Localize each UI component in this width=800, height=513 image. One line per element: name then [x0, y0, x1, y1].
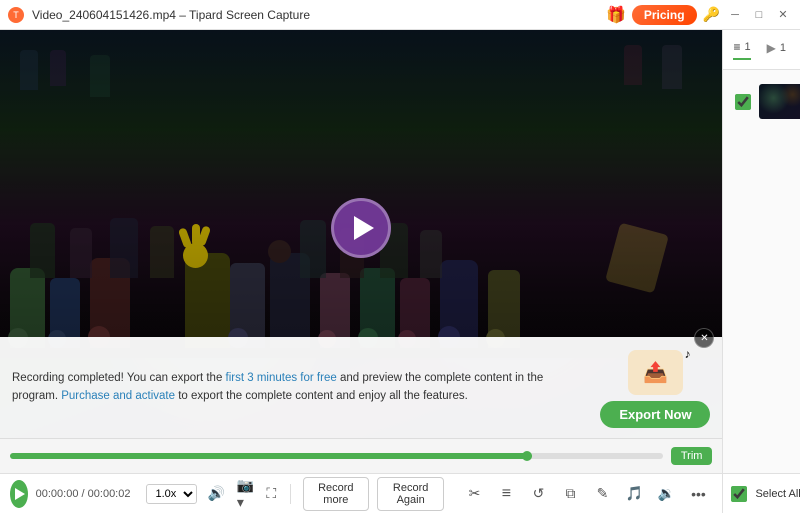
close-button[interactable]: ✕ — [774, 6, 792, 24]
speed-select[interactable]: 1.0x 0.5x 1.5x 2.0x — [146, 484, 197, 504]
record-again-button[interactable]: Record Again — [377, 477, 445, 511]
time-display: 00:00:00 / 00:00:02 — [36, 488, 131, 500]
progress-fill — [10, 453, 532, 459]
gift-icon: 🎁 — [606, 5, 626, 25]
file-checkbox[interactable] — [735, 94, 751, 110]
more-icon[interactable]: ••• — [684, 480, 712, 508]
progress-thumb — [522, 451, 532, 461]
action-icons: ✂ ≡ ↺ ⧉ ✎ 🎵 🔉 ••• — [460, 480, 712, 508]
time-current: 00:00:00 — [36, 488, 79, 500]
titlebar-left: T Video_240604151426.mp4 – Tipard Screen… — [8, 7, 310, 23]
video-area: ✕ Recording completed! You can export th… — [0, 30, 722, 438]
select-all-checkbox[interactable] — [731, 486, 747, 502]
progress-track[interactable] — [10, 453, 663, 459]
minimize-button[interactable]: ─ — [726, 6, 744, 24]
notification-text-after: to export the complete content and enjoy… — [178, 390, 468, 402]
export-now-button[interactable]: Export Now — [600, 401, 710, 428]
volume-adjust-icon[interactable]: 🔉 — [652, 480, 680, 508]
main-container: ✕ Recording completed! You can export th… — [0, 30, 800, 513]
maximize-button[interactable]: □ — [750, 6, 768, 24]
list-item[interactable]: Video_240604151426.mp4 00:00:02 225KB — [731, 78, 800, 125]
window-title: Video_240604151426.mp4 – Tipard Screen C… — [32, 8, 310, 22]
notification-text: Recording completed! You can export the … — [12, 370, 588, 405]
titlebar: T Video_240604151426.mp4 – Tipard Screen… — [0, 0, 800, 30]
notification-text-before: Recording completed! You can export the — [12, 372, 226, 384]
audio-icon[interactable]: 🎵 — [620, 480, 648, 508]
free-minutes-link[interactable]: first 3 minutes for free — [226, 372, 337, 384]
share-icon: 📤 — [643, 360, 668, 385]
titlebar-right: 🎁 Pricing 🔑 ─ □ ✕ — [606, 5, 792, 25]
copy-icon[interactable]: ⧉ — [556, 480, 584, 508]
trim-button[interactable]: Trim — [671, 447, 713, 465]
time-total: 00:00:02 — [88, 488, 131, 500]
fullscreen-icon[interactable]: ⛶ — [264, 483, 278, 504]
video-tab-icon: ▶ — [767, 41, 776, 55]
video-content — [0, 30, 722, 358]
camera-icon[interactable]: 📷▾ — [235, 475, 256, 513]
play-pause-button[interactable] — [10, 480, 28, 508]
export-container: 📤 ♪ Export Now — [600, 347, 710, 428]
divider — [290, 484, 291, 504]
controls-bar: Trim — [0, 438, 722, 473]
select-all-label: Select All — [755, 488, 800, 500]
bottom-toolbar: 00:00:00 / 00:00:02 1.0x 0.5x 1.5x 2.0x … — [0, 473, 722, 513]
record-more-button[interactable]: Record more — [303, 477, 369, 511]
pricing-button[interactable]: Pricing — [632, 5, 697, 25]
refresh-icon[interactable]: ↺ — [524, 480, 552, 508]
notification-bar: Recording completed! You can export the … — [0, 337, 722, 438]
purchase-link[interactable]: Purchase and activate — [61, 390, 175, 402]
left-panel: ✕ Recording completed! You can export th… — [0, 30, 722, 513]
list-count: 1 — [744, 41, 750, 53]
export-icon: 📤 — [628, 350, 683, 395]
export-icon-area: 📤 ♪ — [620, 347, 690, 397]
volume-icon[interactable]: 🔊 — [205, 483, 226, 504]
right-panel: ≡ 1 ▶ 1 ♪ 0 🖼 0 — [722, 30, 800, 513]
scissors-icon[interactable]: ✂ — [460, 480, 488, 508]
equalizer-icon[interactable]: ≡ — [492, 480, 520, 508]
edit-icon[interactable]: ✎ — [588, 480, 616, 508]
app-icon: T — [8, 7, 24, 23]
right-bottom-bar: Select All 🗑 📂 📁 — [723, 473, 800, 513]
file-thumbnail — [759, 84, 800, 119]
tab-video[interactable]: ▶ 1 — [767, 41, 786, 59]
list-icon: ≡ — [733, 40, 740, 54]
key-icon[interactable]: 🔑 — [703, 6, 720, 23]
progress-area — [10, 453, 663, 459]
music-note-icon: ♪ — [684, 347, 690, 361]
file-list: Video_240604151426.mp4 00:00:02 225KB — [723, 70, 800, 473]
play-button[interactable] — [331, 198, 391, 258]
tab-bar: ≡ 1 ▶ 1 ♪ 0 🖼 0 — [723, 30, 800, 70]
tab-list[interactable]: ≡ 1 — [733, 40, 750, 60]
video-count: 1 — [780, 42, 786, 54]
